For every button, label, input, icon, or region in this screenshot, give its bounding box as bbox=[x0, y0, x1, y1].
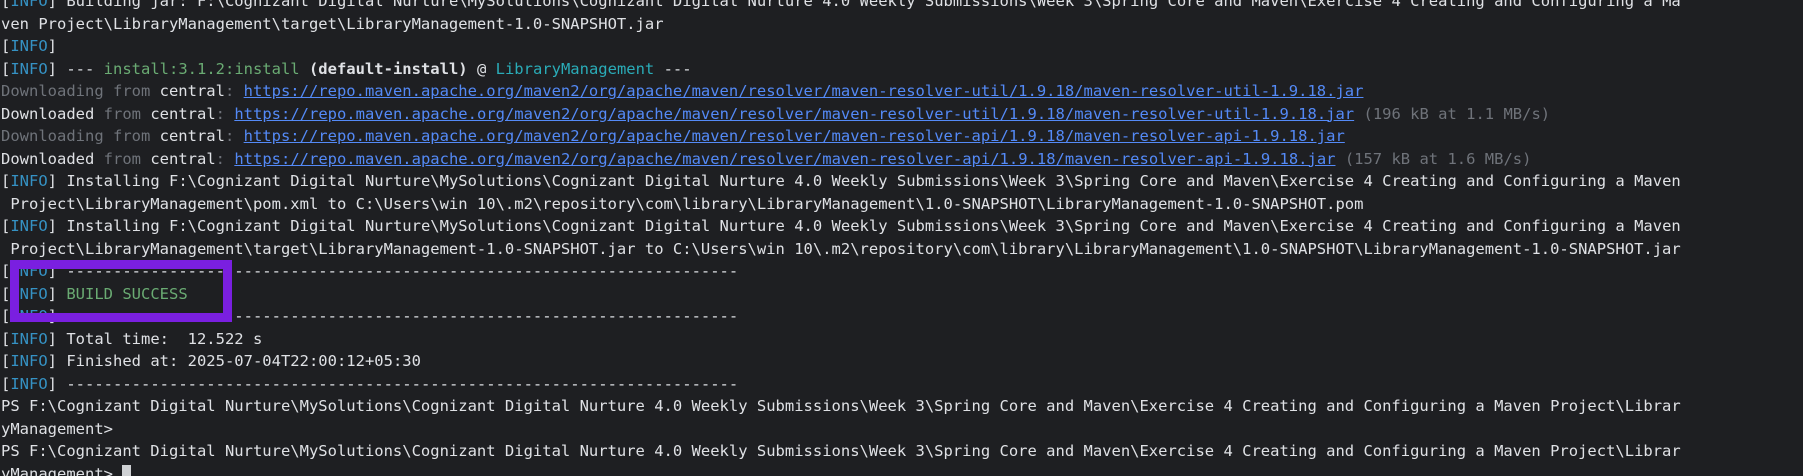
output-text: [ bbox=[1, 329, 11, 348]
output-text: ] bbox=[47, 37, 58, 55]
terminal-line: [INFO] ---------------------------------… bbox=[1, 373, 1803, 396]
download-link[interactable]: https://repo.maven.apache.org/maven2/org… bbox=[234, 150, 1335, 168]
info-tag: INFO bbox=[10, 352, 48, 370]
text-cursor bbox=[122, 464, 132, 476]
download-link[interactable]: https://repo.maven.apache.org/maven2/org… bbox=[234, 105, 1354, 123]
output-text: ] Building jar: F:\Cognizant Digital Nur… bbox=[47, 0, 1681, 10]
terminal-line: ven Project\LibraryManagement\target\Lib… bbox=[1, 13, 1803, 36]
info-tag: INFO bbox=[10, 217, 48, 235]
output-text: central bbox=[150, 127, 225, 145]
success-text: install:3.1.2:install bbox=[103, 59, 300, 78]
output-text: ] --------------------------------------… bbox=[47, 374, 739, 393]
output-text: @ bbox=[467, 59, 496, 78]
output-text: central bbox=[150, 82, 225, 100]
muted-text: from bbox=[94, 149, 141, 168]
output-text: Project\LibraryManagement\pom.xml to C:\… bbox=[1, 194, 1364, 213]
output-text: [ bbox=[1, 307, 11, 325]
output-text: ] --------------------------------------… bbox=[47, 307, 739, 325]
output-text: Downloaded bbox=[1, 104, 95, 123]
download-link[interactable]: https://repo.maven.apache.org/maven2/org… bbox=[244, 127, 1345, 145]
output-text: [ bbox=[1, 0, 11, 10]
output-text: ] Total time: 12.522 s bbox=[47, 329, 263, 348]
terminal-line: Downloading from central: https://repo.m… bbox=[1, 80, 1803, 103]
info-tag: INFO bbox=[10, 37, 48, 55]
info-tag: INFO bbox=[10, 0, 48, 10]
muted-text: : bbox=[215, 149, 235, 168]
output-text: central bbox=[141, 104, 216, 123]
terminal-line: [INFO] --- install:3.1.2:install (defaul… bbox=[1, 58, 1803, 81]
terminal-line: [INFO] Installing F:\Cognizant Digital N… bbox=[1, 170, 1803, 193]
project-name: LibraryManagement bbox=[495, 59, 655, 78]
terminal-line: [INFO] Finished at: 2025-07-04T22:00:12+… bbox=[1, 350, 1803, 373]
muted-text: from bbox=[94, 104, 141, 123]
terminal-line: Downloading from central: https://repo.m… bbox=[1, 125, 1803, 148]
output-text: Downloaded bbox=[1, 149, 95, 168]
output-text: Project\LibraryManagement\target\Library… bbox=[1, 239, 1681, 258]
info-tag: INFO bbox=[10, 59, 48, 78]
output-text: PS F:\Cognizant Digital Nurture\MySoluti… bbox=[1, 442, 1681, 460]
download-link[interactable]: https://repo.maven.apache.org/maven2/org… bbox=[244, 82, 1364, 100]
prompt-line: yManagement> bbox=[1, 463, 1803, 476]
output-text: central bbox=[141, 149, 216, 168]
output-text: ] --------------------------------------… bbox=[47, 262, 739, 280]
output-text: yManagement> bbox=[1, 419, 113, 438]
terminal-line: [INFO] BUILD SUCCESS bbox=[1, 283, 1803, 306]
output-text: PS F:\Cognizant Digital Nurture\MySoluti… bbox=[1, 397, 1681, 415]
terminal-line: Project\LibraryManagement\pom.xml to C:\… bbox=[1, 193, 1803, 216]
output-text: [ bbox=[1, 59, 11, 78]
terminal-line: [INFO] ---------------------------------… bbox=[1, 260, 1803, 283]
output-text: ven Project\LibraryManagement\target\Lib… bbox=[1, 14, 664, 33]
output-text: [ bbox=[1, 262, 11, 280]
output-text: ] Installing F:\Cognizant Digital Nurtur… bbox=[47, 217, 1681, 235]
muted-text: (157 kB at 1.6 MB/s) bbox=[1335, 149, 1532, 168]
output-text: [ bbox=[1, 352, 11, 370]
output-text: [ bbox=[1, 284, 11, 303]
info-tag: INFO bbox=[10, 284, 48, 303]
info-tag: INFO bbox=[10, 172, 48, 190]
output-text: yManagement> bbox=[1, 464, 123, 476]
output-text: ] bbox=[47, 284, 67, 303]
output-text: [ bbox=[1, 37, 11, 55]
terminal-line: [INFO] Total time: 12.522 s bbox=[1, 328, 1803, 351]
output-text: ] Finished at: 2025-07-04T22:00:12+05:30 bbox=[47, 352, 421, 370]
terminal-line: Downloaded from central: https://repo.ma… bbox=[1, 148, 1803, 171]
output-text: [ bbox=[1, 374, 11, 393]
terminal-line: [INFO] bbox=[1, 35, 1803, 58]
muted-text: (196 kB at 1.1 MB/s) bbox=[1354, 104, 1551, 123]
terminal-line: yManagement> bbox=[1, 418, 1803, 441]
terminal-lines: [INFO] Building jar: F:\Cognizant Digita… bbox=[1, 0, 1803, 476]
muted-text: : bbox=[224, 127, 244, 145]
output-text: --- bbox=[654, 59, 692, 78]
info-tag: INFO bbox=[10, 329, 48, 348]
terminal-line: [INFO] Installing F:\Cognizant Digital N… bbox=[1, 215, 1803, 238]
terminal-line: [INFO] ---------------------------------… bbox=[1, 305, 1803, 328]
muted-text: Downloading from bbox=[1, 82, 151, 100]
output-text: [ bbox=[1, 217, 11, 235]
muted-text: Downloading from bbox=[1, 127, 151, 145]
info-tag: INFO bbox=[10, 262, 48, 280]
info-tag: INFO bbox=[10, 307, 48, 325]
terminal-line: [INFO] Building jar: F:\Cognizant Digita… bbox=[1, 0, 1803, 13]
terminal-line: Downloaded from central: https://repo.ma… bbox=[1, 103, 1803, 126]
terminal-output[interactable]: [INFO] Building jar: F:\Cognizant Digita… bbox=[0, 0, 1803, 476]
output-text: ] --- bbox=[47, 59, 104, 78]
terminal-line: Project\LibraryManagement\target\Library… bbox=[1, 238, 1803, 261]
output-text: ] Installing F:\Cognizant Digital Nurtur… bbox=[47, 172, 1681, 190]
output-text: [ bbox=[1, 172, 11, 190]
muted-text: : bbox=[224, 82, 244, 100]
terminal-line: PS F:\Cognizant Digital Nurture\MySoluti… bbox=[1, 395, 1803, 418]
success-text: BUILD SUCCESS bbox=[66, 284, 188, 303]
terminal-line: PS F:\Cognizant Digital Nurture\MySoluti… bbox=[1, 440, 1803, 463]
muted-text: : bbox=[215, 104, 235, 123]
info-tag: INFO bbox=[10, 374, 48, 393]
execution-id: (default-install) bbox=[299, 59, 468, 78]
